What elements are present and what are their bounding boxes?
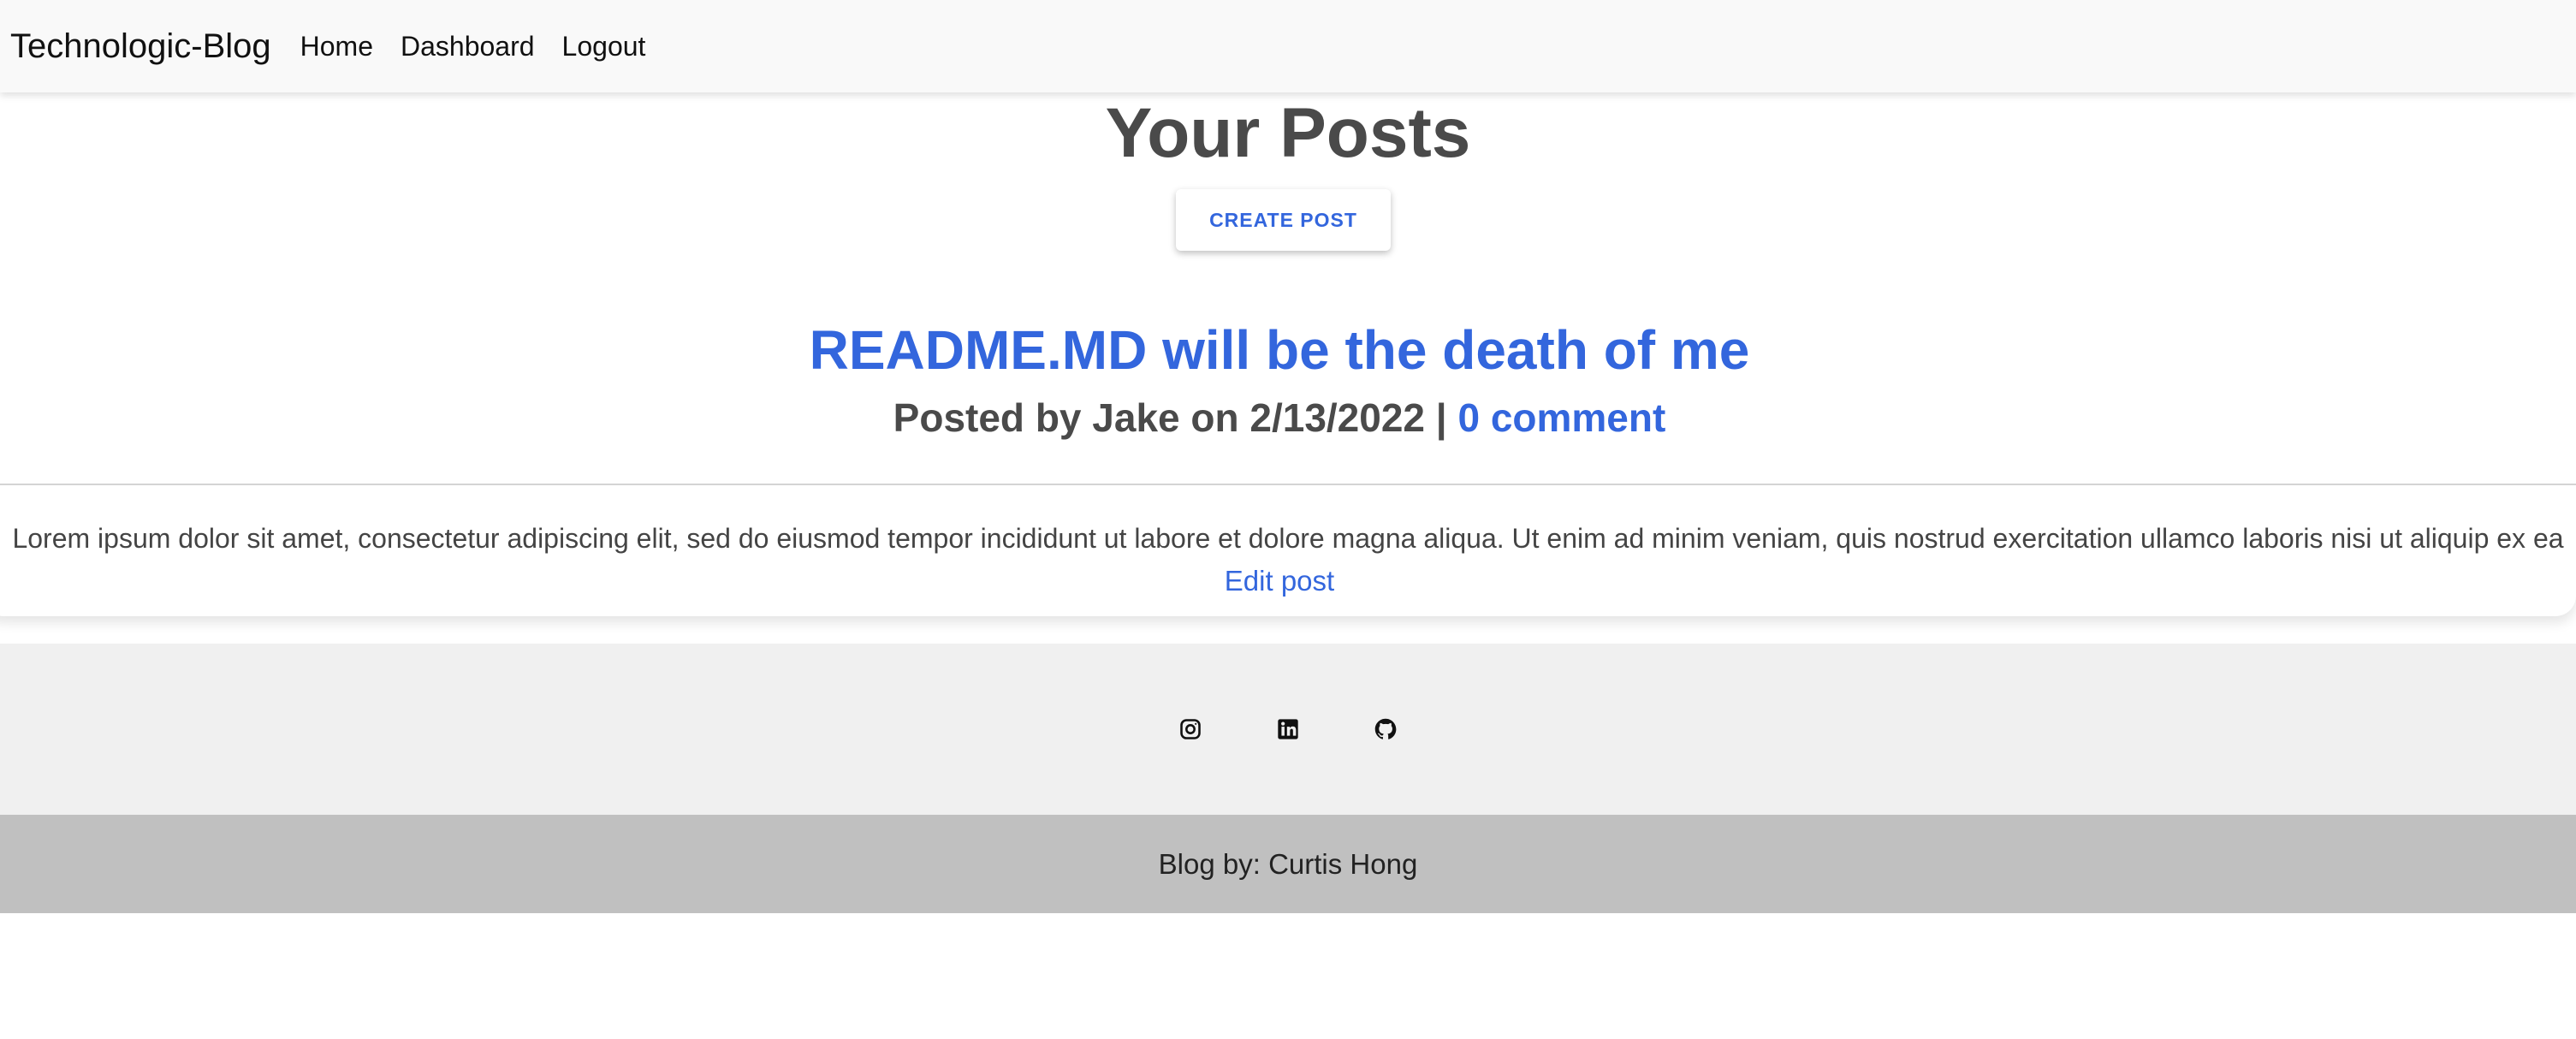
- page-title: Your Posts: [1105, 94, 1471, 172]
- nav-home-link[interactable]: Home: [300, 31, 373, 62]
- post-body: Lorem ipsum dolor sit amet, consectetur …: [0, 484, 2576, 616]
- footer-social: [0, 644, 2576, 815]
- post-title-link[interactable]: README.MD will be the death of me: [0, 312, 2576, 389]
- github-icon[interactable]: [1374, 717, 1398, 741]
- linkedin-icon[interactable]: [1276, 717, 1300, 741]
- edit-post-row: Edit post: [0, 562, 2576, 600]
- navbar: Technologic-Blog Home Dashboard Logout: [0, 0, 2576, 92]
- instagram-icon[interactable]: [1178, 717, 1202, 741]
- footer-credit-text: Blog by: Curtis Hong: [1158, 847, 1418, 880]
- footer-credit: Blog by: Curtis Hong: [0, 815, 2576, 913]
- post-meta-text: Posted by Jake on 2/13/2022 |: [893, 395, 1458, 440]
- post-excerpt: Lorem ipsum dolor sit amet, consectetur …: [12, 523, 2564, 554]
- nav-links: Home Dashboard Logout: [300, 31, 646, 62]
- comment-count-link[interactable]: 0 comment: [1457, 395, 1665, 440]
- post-meta: Posted by Jake on 2/13/2022 | 0 comment: [0, 392, 2576, 443]
- nav-logout-link[interactable]: Logout: [562, 31, 646, 62]
- edit-post-link[interactable]: Edit post: [1225, 565, 1334, 597]
- nav-dashboard-link[interactable]: Dashboard: [401, 31, 535, 62]
- brand-link[interactable]: Technologic-Blog: [10, 27, 271, 66]
- create-post-button[interactable]: CREATE POST: [1176, 189, 1391, 251]
- post-card: README.MD will be the death of me Posted…: [0, 291, 2576, 616]
